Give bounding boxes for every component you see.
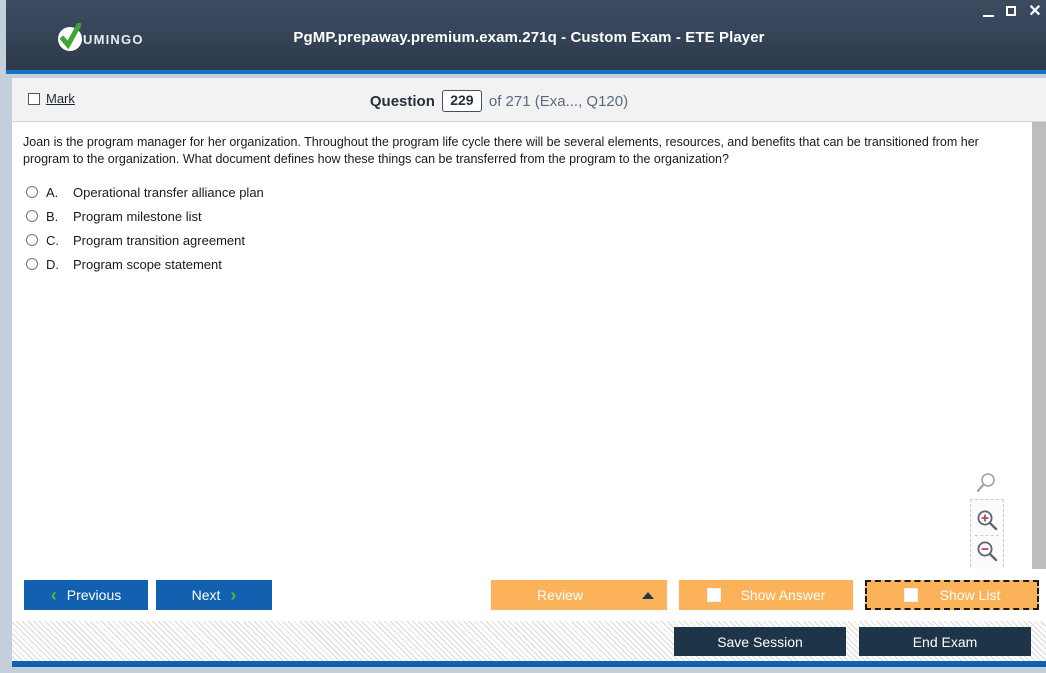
- window-controls: ✕: [982, 4, 1042, 20]
- previous-button[interactable]: ‹ Previous: [24, 580, 148, 610]
- zoom-in-button[interactable]: [971, 505, 1003, 535]
- question-number-input[interactable]: 229: [441, 90, 482, 112]
- radio-icon[interactable]: [26, 234, 38, 246]
- close-icon[interactable]: ✕: [1028, 4, 1042, 20]
- bottom-toolbar: ‹ Previous Next › Review Show Answer Sho…: [12, 569, 1046, 621]
- question-header-bar: Mark Question 229 of 271 (Exa..., Q120): [12, 78, 1046, 122]
- show-answer-button[interactable]: Show Answer: [679, 580, 853, 610]
- answer-option-d[interactable]: D. Program scope statement: [25, 252, 625, 276]
- checkbox-icon: [903, 588, 918, 602]
- answer-option-b[interactable]: B. Program milestone list: [25, 204, 625, 228]
- radio-icon[interactable]: [26, 258, 38, 270]
- save-session-label: Save Session: [717, 633, 803, 650]
- title-bar: UMINGO PgMP.prepaway.premium.exam.271q -…: [6, 0, 1046, 74]
- answer-option-a[interactable]: A. Operational transfer alliance plan: [25, 180, 625, 204]
- footer-bar: Save Session End Exam: [12, 621, 1046, 667]
- show-answer-label: Show Answer: [740, 587, 826, 603]
- option-text: Program milestone list: [73, 208, 202, 224]
- magnifier-reset-button[interactable]: [970, 472, 1004, 499]
- zoom-button-panel: [970, 499, 1004, 569]
- option-letter: B.: [46, 208, 59, 224]
- option-letter: A.: [46, 184, 59, 200]
- review-dropdown-button[interactable]: Review: [491, 580, 667, 610]
- option-letter: D.: [46, 256, 59, 272]
- chevron-left-icon: ‹: [50, 585, 57, 605]
- answer-option-c[interactable]: C. Program transition agreement: [25, 228, 625, 252]
- window-frame: UMINGO PgMP.prepaway.premium.exam.271q -…: [0, 0, 1046, 673]
- radio-icon[interactable]: [26, 210, 38, 222]
- save-session-button[interactable]: Save Session: [674, 627, 846, 656]
- question-counter: Question 229 of 271 (Exa..., Q120): [12, 90, 1046, 112]
- next-button-label: Next: [191, 587, 221, 603]
- checkbox-icon: [706, 588, 721, 602]
- answer-options-list: A. Operational transfer alliance plan B.…: [25, 180, 625, 276]
- next-button[interactable]: Next ›: [156, 580, 272, 610]
- option-text: Operational transfer alliance plan: [73, 184, 264, 200]
- end-exam-label: End Exam: [912, 633, 978, 650]
- window-title: PgMP.prepaway.premium.exam.271q - Custom…: [293, 29, 765, 46]
- previous-button-label: Previous: [66, 587, 122, 603]
- minimize-icon[interactable]: [982, 4, 996, 20]
- question-label: Question: [369, 92, 435, 110]
- review-button-label: Review: [537, 587, 583, 603]
- option-text: Program transition agreement: [73, 232, 245, 248]
- question-content-pane: Joan is the program manager for her orga…: [12, 122, 1046, 569]
- option-letter: C.: [46, 232, 59, 248]
- caret-up-icon[interactable]: [629, 591, 667, 599]
- maximize-icon[interactable]: [1005, 4, 1019, 20]
- ete-player-window: UMINGO PgMP.prepaway.premium.exam.271q -…: [0, 0, 1046, 673]
- show-list-label: Show List: [939, 587, 1001, 603]
- chevron-right-icon: ›: [230, 585, 237, 605]
- zoom-out-button[interactable]: [971, 536, 1003, 566]
- option-text: Program scope statement: [73, 256, 222, 272]
- question-total-label: of 271 (Exa..., Q120): [488, 92, 629, 110]
- show-list-button[interactable]: Show List: [865, 580, 1039, 610]
- end-exam-button[interactable]: End Exam: [859, 627, 1031, 656]
- question-text: Joan is the program manager for her orga…: [23, 135, 979, 166]
- radio-icon[interactable]: [26, 186, 38, 198]
- zoom-tools: [970, 472, 1004, 569]
